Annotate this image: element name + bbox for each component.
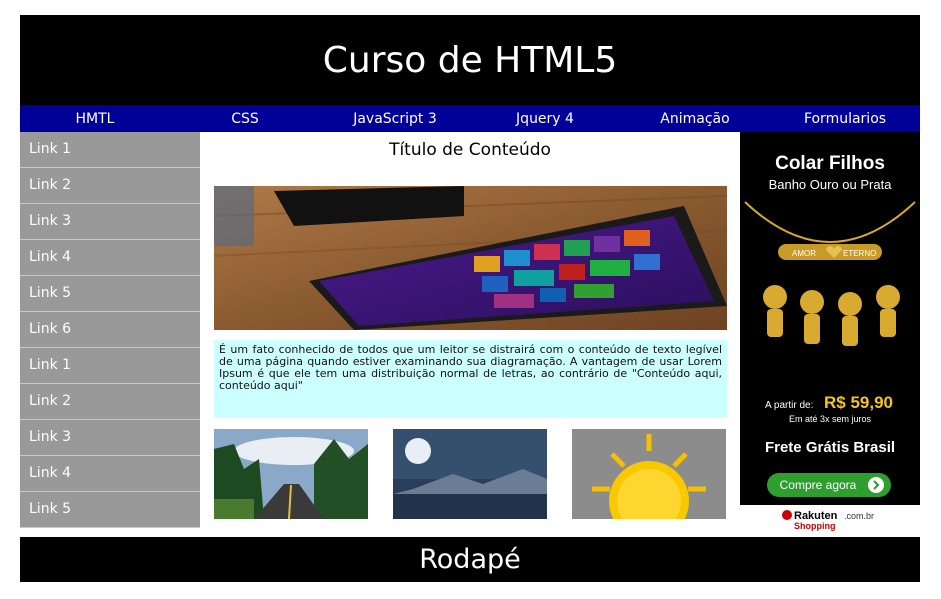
- nav-item-javascript[interactable]: JavaScript 3: [320, 105, 470, 132]
- thumbnail-forest-road: [214, 429, 368, 519]
- footer-text: Rodapé: [419, 544, 521, 575]
- ad-pendant-right: ETERNO: [843, 249, 876, 258]
- sidebar-link-5[interactable]: Link 5: [20, 276, 200, 312]
- content-text-box: É um fato conhecido de todos que um leit…: [214, 340, 727, 418]
- ad-pendant-left: AMOR: [792, 249, 816, 258]
- ad-brand-domain: .com.br: [844, 511, 874, 521]
- arrow-right-icon: [868, 477, 884, 493]
- rakuten-logo-icon: [782, 510, 792, 520]
- advertisement-banner[interactable]: Colar Filhos Banho Ouro ou Prata AMOR ET…: [740, 132, 920, 537]
- thumbnail-sun: [572, 429, 726, 519]
- site-title: Curso de HTML5: [322, 39, 618, 81]
- sidebar-link-2[interactable]: Link 2: [20, 168, 200, 204]
- content-title: Título de Conteúdo: [389, 140, 551, 160]
- sidebar-link-6[interactable]: Link 6: [20, 312, 200, 348]
- sidebar-link-4b[interactable]: Link 4: [20, 456, 200, 492]
- sidebar-link-4[interactable]: Link 4: [20, 240, 200, 276]
- nav-item-css[interactable]: CSS: [170, 105, 320, 132]
- sidebar-link-2b[interactable]: Link 2: [20, 384, 200, 420]
- main-nav: HMTL CSS JavaScript 3 Jquery 4 Animação …: [20, 105, 920, 132]
- nav-item-animacao[interactable]: Animação: [620, 105, 770, 132]
- sidebar-link-3[interactable]: Link 3: [20, 204, 200, 240]
- main-content: Título de Conteúdo É um fato conhecido d…: [200, 132, 740, 537]
- hero-tablet-image: [214, 186, 727, 330]
- sidebar-link-1b[interactable]: Link 1: [20, 348, 200, 384]
- ad-shipping: Frete Grátis Brasil: [765, 439, 895, 456]
- ad-cta-label: Compre agora: [780, 478, 857, 492]
- site-header: Curso de HTML5: [20, 15, 920, 105]
- nav-item-html[interactable]: HMTL: [20, 105, 170, 132]
- content-paragraph: É um fato conhecido de todos que um leit…: [219, 343, 722, 392]
- sidebar: Link 1 Link 2 Link 3 Link 4 Link 5 Link …: [20, 132, 200, 528]
- ad-installments: Em até 3x sem juros: [789, 414, 872, 424]
- ad-price: R$ 59,90: [824, 393, 893, 412]
- nav-item-jquery[interactable]: Jquery 4: [470, 105, 620, 132]
- sidebar-link-5b[interactable]: Link 5: [20, 492, 200, 528]
- ad-brand-sub: Shopping: [794, 521, 836, 531]
- nav-item-formularios[interactable]: Formularios: [770, 105, 920, 132]
- sidebar-link-1[interactable]: Link 1: [20, 132, 200, 168]
- sidebar-link-3b[interactable]: Link 3: [20, 420, 200, 456]
- thumbnail-moon-lake: [393, 429, 547, 519]
- site-footer: Rodapé: [20, 537, 920, 582]
- ad-price-prefix: A partir de:: [765, 400, 813, 411]
- ad-subtitle: Banho Ouro ou Prata: [769, 177, 893, 192]
- ad-title: Colar Filhos: [775, 153, 885, 174]
